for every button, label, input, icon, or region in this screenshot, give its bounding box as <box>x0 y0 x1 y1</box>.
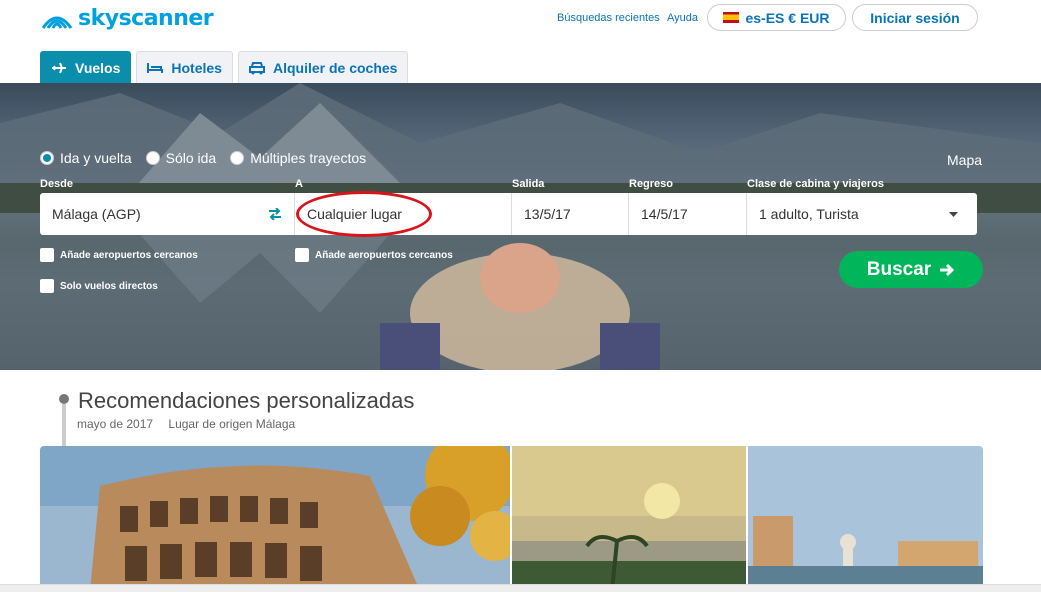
help-link[interactable]: Ayuda <box>667 12 698 24</box>
radio-one-way-label: Sólo ida <box>165 150 217 166</box>
recommendations-date: mayo de 2017 <box>77 417 154 431</box>
direct-only-checkbox[interactable]: Solo vuelos directos <box>40 279 158 293</box>
tab-hotels[interactable]: Hoteles <box>136 51 233 83</box>
swap-icon[interactable] <box>268 208 282 220</box>
highlight-circle <box>296 191 432 237</box>
nearby-to-box[interactable] <box>295 248 309 262</box>
car-icon <box>248 61 265 74</box>
top-bar: skyscanner Búsquedas recientes Ayuda es-… <box>0 0 1041 50</box>
arrow-right-icon <box>940 263 955 276</box>
search-button[interactable]: Buscar <box>839 251 983 288</box>
locale-button[interactable]: es-ES € EUR <box>707 4 846 31</box>
depart-date-field[interactable]: 13/5/17 <box>512 193 629 235</box>
product-tabs: Vuelos Hoteles Alquiler de coches <box>40 51 409 83</box>
radio-round-trip[interactable]: Ida y vuelta <box>40 150 132 166</box>
search-button-label: Buscar <box>866 258 932 280</box>
to-label: A <box>295 178 303 190</box>
chevron-down-icon <box>949 212 958 217</box>
return-label: Regreso <box>629 178 674 190</box>
recent-searches-link[interactable]: Búsquedas recientes <box>557 12 660 24</box>
destination-card-coast[interactable] <box>512 446 746 591</box>
skyscanner-logo-icon <box>41 16 73 29</box>
radio-round-trip-indicator[interactable] <box>40 151 54 165</box>
venice-image <box>748 446 983 591</box>
return-date-field[interactable]: 14/5/17 <box>629 193 747 235</box>
timeline-dot <box>59 394 69 404</box>
map-link[interactable]: Mapa <box>947 152 982 168</box>
tab-flights[interactable]: Vuelos <box>40 51 132 83</box>
from-value: Málaga (AGP) <box>52 206 141 222</box>
colosseum-image <box>40 446 510 591</box>
from-field[interactable]: Málaga (AGP) <box>40 193 295 235</box>
destination-card-rome[interactable] <box>40 446 510 591</box>
cabin-value: 1 adulto, Turista <box>759 206 859 222</box>
locale-label: es-ES € EUR <box>745 9 830 26</box>
destination-card-venice[interactable] <box>748 446 983 591</box>
direct-only-label: Solo vuelos directos <box>60 280 158 292</box>
radio-multi-city-indicator[interactable] <box>230 151 245 165</box>
nearby-to-label: Añade aeropuertos cercanos <box>315 249 453 261</box>
spain-flag-icon <box>723 12 740 23</box>
cabin-travellers-select[interactable]: 1 adulto, Turista <box>747 193 977 235</box>
depart-value: 13/5/17 <box>524 206 571 222</box>
tab-flights-label: Vuelos <box>75 59 121 76</box>
trip-type-options: Ida y vuelta Sólo ida Múltiples trayecto… <box>40 150 380 166</box>
radio-one-way-indicator[interactable] <box>145 151 160 165</box>
login-label: Iniciar sesión <box>870 9 960 26</box>
radio-multi-city[interactable]: Múltiples trayectos <box>230 150 366 166</box>
radio-one-way[interactable]: Sólo ida <box>145 150 217 166</box>
direct-only-box[interactable] <box>40 279 54 293</box>
radio-round-trip-label: Ida y vuelta <box>60 150 132 166</box>
tab-hotels-label: Hoteles <box>171 59 222 76</box>
recommendations-title: Recomendaciones personalizadas <box>78 388 415 413</box>
plane-icon <box>52 62 66 73</box>
return-value: 14/5/17 <box>641 206 688 222</box>
coastal-city-image <box>512 446 746 591</box>
skyscanner-logo[interactable]: skyscanner <box>40 4 214 32</box>
radio-multi-city-label: Múltiples trayectos <box>250 150 367 166</box>
nearby-from-label: Añade aeropuertos cercanos <box>60 249 198 261</box>
nearby-to-checkbox[interactable]: Añade aeropuertos cercanos <box>295 248 453 262</box>
cabin-label: Clase de cabina y viajeros <box>747 178 884 190</box>
depart-label: Salida <box>512 178 545 190</box>
recommendations-subtitle: mayo de 2017 Lugar de origen Málaga <box>77 417 295 431</box>
recommendations-origin: Lugar de origen Málaga <box>168 417 296 431</box>
tab-car-rental-label: Alquiler de coches <box>272 59 398 76</box>
bed-icon <box>147 62 164 73</box>
tab-car-rental[interactable]: Alquiler de coches <box>237 51 409 83</box>
nearby-from-checkbox[interactable]: Añade aeropuertos cercanos <box>40 248 198 262</box>
brand-name: skyscanner <box>78 5 214 31</box>
login-button[interactable]: Iniciar sesión <box>852 4 978 31</box>
from-label: Desde <box>40 178 74 190</box>
nearby-from-box[interactable] <box>40 248 54 262</box>
